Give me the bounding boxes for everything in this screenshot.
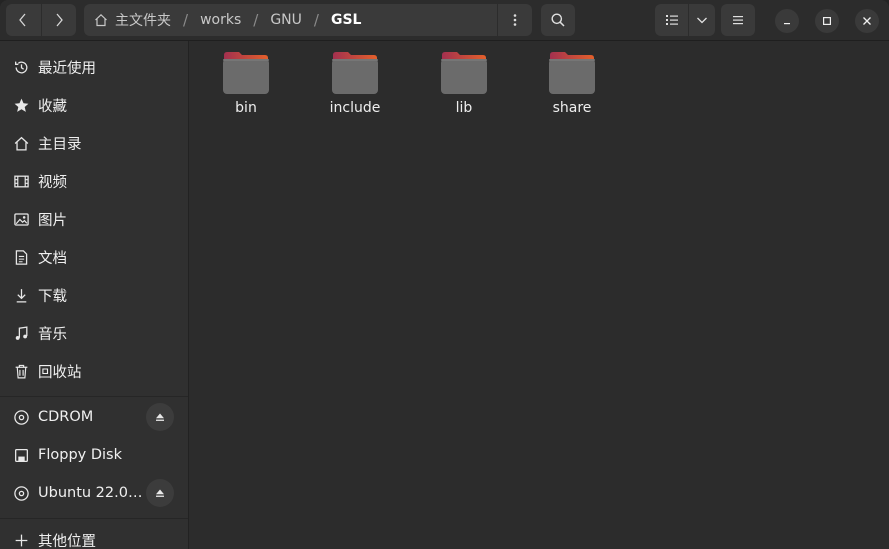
folder-name: include [329,100,381,116]
sidebar-item-label: 下载 [38,288,67,305]
folder-icon [549,52,595,94]
sidebar-item-trash[interactable]: 回收站 [0,352,188,390]
breadcrumb-gnu[interactable]: GNU [266,4,306,36]
vertical-dots-icon [513,14,517,26]
sidebar-item-downloads[interactable]: 下载 [0,276,188,314]
breadcrumb-gsl[interactable]: GSL [327,4,366,36]
folder-icon [441,52,487,94]
sidebar-item-label: 图片 [38,212,67,229]
sidebar-item-label: 收藏 [38,98,67,115]
disc-icon [12,408,30,426]
floppy-icon [12,446,30,464]
breadcrumb-label: GSL [330,12,362,28]
breadcrumb-label: works [200,12,242,28]
clock-icon [12,58,30,76]
breadcrumb-separator: / [183,11,189,29]
sidebar-item-label: 视频 [38,174,67,191]
folder-icon [223,52,269,94]
search-button[interactable] [541,4,575,36]
sidebar-item-documents[interactable]: 文档 [0,238,188,276]
sidebar-item-ubuntu[interactable]: Ubuntu 22.0… [0,474,188,512]
maximize-button[interactable] [815,9,839,33]
folder-name: lib [455,100,473,116]
close-icon [863,17,871,25]
home-icon [95,13,107,27]
plus-icon [12,531,30,549]
chevron-right-icon [56,13,63,27]
breadcrumb-works[interactable]: works [196,4,245,36]
breadcrumb-label: GNU [270,12,302,28]
path-bar: 主文件夹 / works / GNU / GSL [84,4,532,36]
sidebar-item-music[interactable]: 音乐 [0,314,188,352]
folder-icon [332,52,378,94]
sidebar-item-recent[interactable]: 最近使用 [0,48,188,86]
music-icon [12,324,30,342]
folder-name: bin [235,100,257,116]
close-button[interactable] [855,9,879,33]
breadcrumb-separator: / [253,11,259,29]
breadcrumb-label: 主文件夹 [115,13,171,29]
sidebar-item-other-locations[interactable]: 其他位置 [0,521,188,549]
view-options-dropdown[interactable] [688,4,715,36]
folder-item[interactable]: lib [414,51,514,125]
list-view-icon [665,15,678,25]
maximize-icon [822,16,832,26]
chevron-left-icon [19,13,26,27]
sidebar-item-label: Ubuntu 22.0… [38,485,143,501]
sidebar-item-label: Floppy Disk [38,447,122,463]
eject-button[interactable] [146,479,174,507]
film-icon [12,172,30,190]
view-switcher [655,4,715,36]
folder-item[interactable]: share [522,51,622,125]
minimize-button[interactable] [775,9,799,33]
sidebar-item-starred[interactable]: 收藏 [0,86,188,124]
download-icon [12,286,30,304]
eject-icon [156,489,164,497]
star-icon [12,96,30,114]
document-icon [12,248,30,266]
chevron-down-icon [697,17,708,24]
home-icon [12,134,30,152]
sidebar-item-floppy-disk[interactable]: Floppy Disk [0,436,188,474]
breadcrumb-home[interactable]: 主文件夹 [84,4,175,36]
navigation-buttons [6,4,76,36]
sidebar-item-home[interactable]: 主目录 [0,124,188,162]
folder-item[interactable]: bin [196,51,296,125]
sidebar-separator [0,518,188,519]
eject-icon [156,413,164,421]
sidebar-item-label: 其他位置 [38,533,96,549]
sidebar-item-label: 文档 [38,250,67,267]
picture-icon [12,210,30,228]
trash-icon [12,362,30,380]
sidebar-item-videos[interactable]: 视频 [0,162,188,200]
file-view: bin include lib share [189,41,889,549]
sidebar-item-label: 主目录 [38,136,82,153]
minimize-icon [784,23,790,25]
main-menu-button[interactable] [721,4,755,36]
list-view-button[interactable] [655,4,688,36]
hamburger-menu-icon [733,16,743,25]
folder-item[interactable]: include [305,51,405,125]
sidebar-item-label: 最近使用 [38,60,96,77]
folder-name: share [552,100,592,116]
back-button[interactable] [6,4,41,36]
eject-button[interactable] [146,403,174,431]
path-menu-button[interactable] [497,4,532,36]
sidebar-item-label: CDROM [38,409,94,425]
sidebar-item-pictures[interactable]: 图片 [0,200,188,238]
sidebar-item-label: 回收站 [38,364,82,381]
search-icon [551,13,565,27]
breadcrumb-separator: / [313,11,319,29]
forward-button[interactable] [40,4,77,36]
header-bar: 主文件夹 / works / GNU / GSL [0,0,889,41]
sidebar-item-label: 音乐 [38,326,67,343]
disc-icon [12,484,30,502]
sidebar: 最近使用 收藏 主目录 视频 图片 文档 下载 音乐 回收站 CDROM Flo… [0,41,189,549]
sidebar-separator [0,396,188,397]
file-manager-window: 主文件夹 / works / GNU / GSL 最近使用 收藏 主目录 视频 … [0,0,889,549]
sidebar-item-cdrom[interactable]: CDROM [0,398,188,436]
